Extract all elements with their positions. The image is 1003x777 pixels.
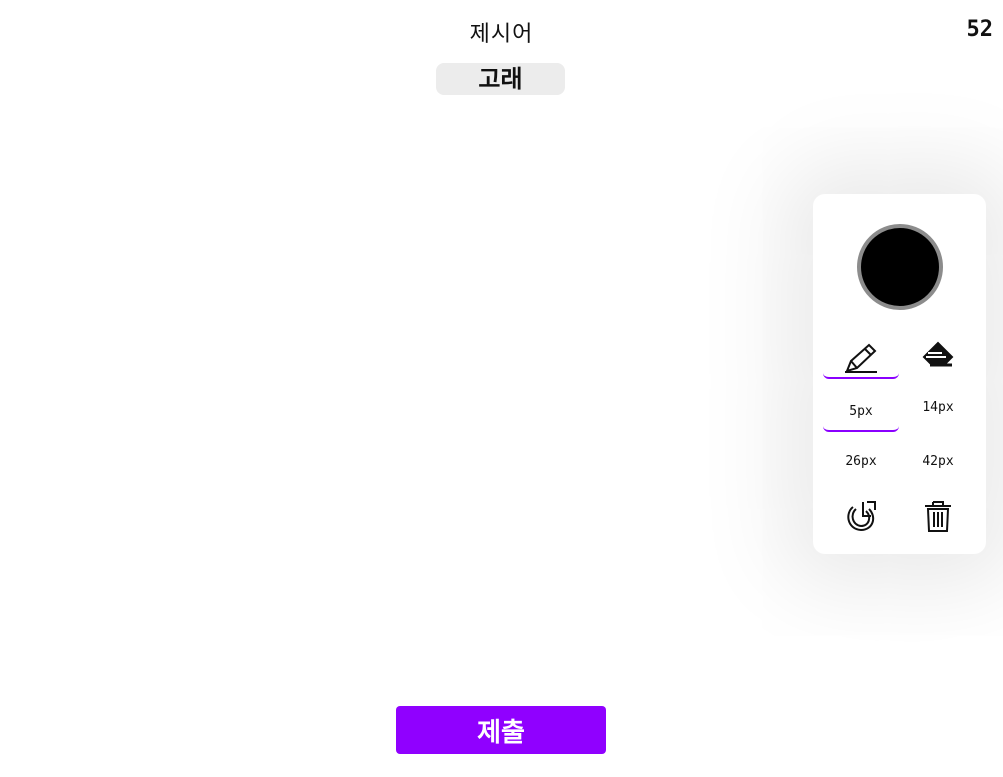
color-picker-swatch[interactable] [857, 224, 943, 310]
undo-button[interactable] [823, 496, 899, 536]
pencil-icon [843, 341, 879, 375]
pencil-tool-button[interactable] [823, 339, 899, 379]
drawing-game-screen: 제시어 52 고래 5px 14px 26px 42px 제출 [0, 0, 1003, 777]
size-label: 5px [849, 403, 873, 419]
size-label: 42px [922, 453, 954, 469]
size-option-14px[interactable]: 14px [900, 387, 976, 427]
prompt-label: 제시어 [469, 22, 534, 47]
countdown-timer: 52 [966, 17, 994, 42]
size-option-42px[interactable]: 42px [900, 441, 976, 481]
size-option-26px[interactable]: 26px [823, 441, 899, 481]
eraser-icon [920, 337, 956, 371]
trash-icon [923, 498, 953, 534]
submit-button[interactable]: 제출 [396, 706, 606, 754]
word-badge: 고래 [436, 63, 565, 95]
eraser-tool-button[interactable] [900, 334, 976, 374]
size-label: 26px [845, 453, 877, 469]
undo-icon [843, 497, 879, 535]
clear-button[interactable] [900, 496, 976, 536]
size-option-5px[interactable]: 5px [823, 392, 899, 432]
toolbox-panel: 5px 14px 26px 42px [813, 194, 986, 554]
size-label: 14px [922, 399, 954, 415]
